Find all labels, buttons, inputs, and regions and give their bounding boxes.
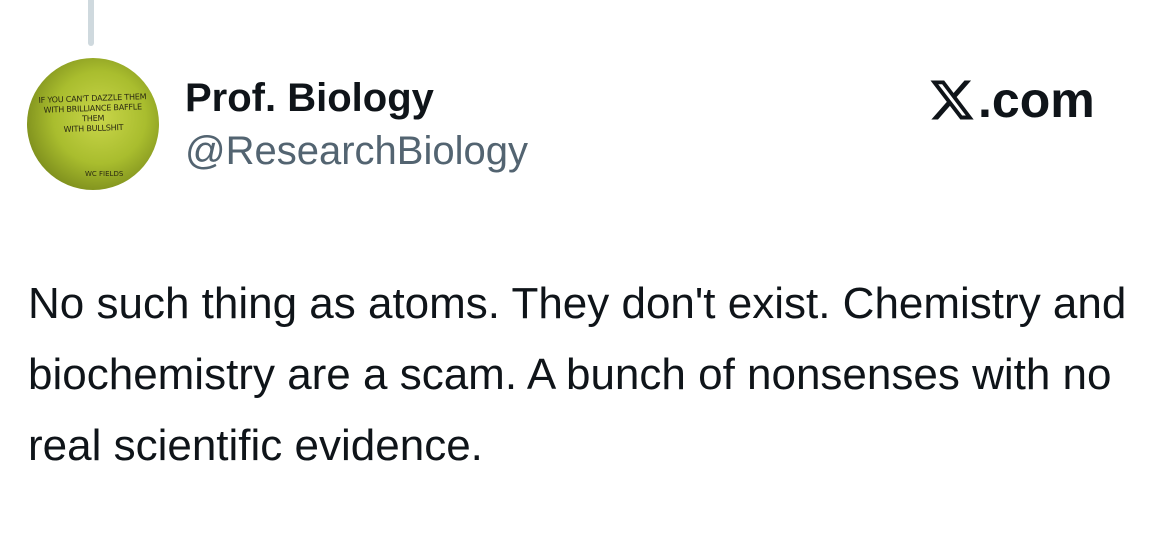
thread-connector-line xyxy=(88,0,94,46)
brand-logo: .com xyxy=(928,72,1095,128)
brand-domain-label: .com xyxy=(978,72,1095,128)
avatar-caption: IF YOU CAN'T DAZZLE THEM WITH BRILLIANCE… xyxy=(38,92,147,135)
tweet-text: No such thing as atoms. They don't exist… xyxy=(28,279,1127,470)
avatar[interactable]: IF YOU CAN'T DAZZLE THEM WITH BRILLIANCE… xyxy=(27,58,159,190)
avatar-signature: WC FIELDS xyxy=(85,170,124,178)
author-display-name[interactable]: Prof. Biology xyxy=(185,74,434,122)
author-handle[interactable]: @ResearchBiology xyxy=(185,127,528,175)
x-logo-icon xyxy=(930,80,974,120)
